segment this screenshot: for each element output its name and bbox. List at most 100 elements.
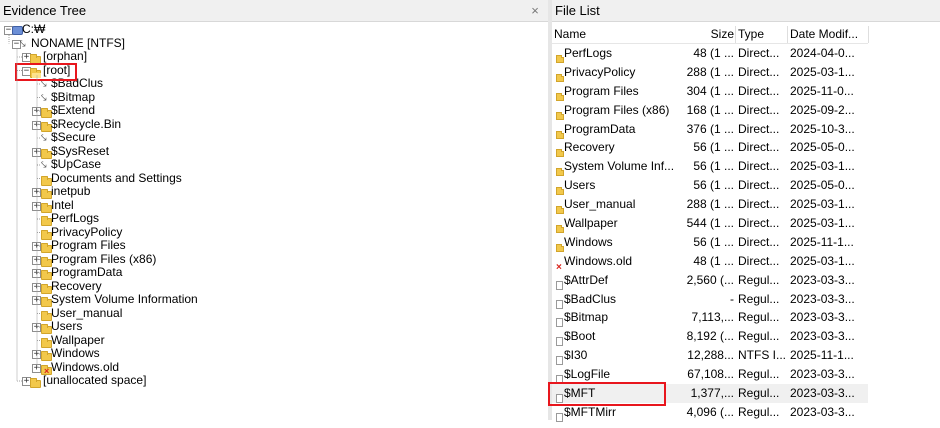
file-list-row[interactable]: Recovery 56 (1 ... Direct... 2025-05-0... bbox=[552, 138, 868, 158]
tree-node[interactable]: + Users bbox=[0, 319, 548, 334]
folder-icon bbox=[30, 378, 41, 392]
file-size: 56 (1 ... bbox=[693, 178, 734, 193]
file-type: Direct... bbox=[738, 197, 780, 212]
file-date-modified: 2024-04-0... bbox=[790, 46, 855, 60]
file-name: $LogFile bbox=[564, 367, 611, 382]
system-file-icon: ⤥ bbox=[41, 92, 47, 104]
file-list-row[interactable]: $MFT 1,377,... Regul... 2023-03-3... bbox=[552, 384, 868, 404]
tree-node[interactable]: + System Volume Information bbox=[0, 292, 548, 307]
expand-icon[interactable]: + bbox=[32, 147, 41, 157]
file-list-row[interactable]: $MFTMirr 4,096 (... Regul... 2023-03-3... bbox=[552, 403, 868, 422]
tree-node[interactable]: + [orphan] bbox=[0, 49, 548, 64]
expand-icon[interactable]: + bbox=[32, 296, 41, 305]
tree-node[interactable]: ⤥ $Bitmap bbox=[0, 89, 548, 105]
expand-icon[interactable]: + bbox=[32, 188, 41, 197]
file-list: PerfLogs 48 (1 ... Direct... 2024-04-0... Pr… bbox=[552, 44, 868, 422]
file-date-modified: 2023-03-3... bbox=[790, 404, 855, 419]
file-list-row[interactable]: ProgramData 376 (1 ... Direct... 2025-10-3.… bbox=[552, 120, 868, 139]
file-list-row[interactable]: $I30 12,288... NTFS I... 2025-11-1... bbox=[552, 346, 868, 366]
tree-node-label: Program Files bbox=[51, 238, 126, 252]
tree-node[interactable]: − [root] bbox=[0, 63, 548, 78]
file-list-row[interactable]: User_manual 288 (1 ... Direct... 2025-03-1.… bbox=[552, 195, 868, 215]
file-list-row[interactable]: $Bitmap 7,113,... Regul... 2023-03-3... bbox=[552, 308, 868, 328]
file-list-row[interactable]: Users 56 (1 ... Direct... 2025-05-0... bbox=[552, 176, 868, 196]
tree-node[interactable]: ⤥ $BadClus bbox=[0, 76, 548, 91]
column-type[interactable]: Type bbox=[738, 27, 786, 41]
tree-node[interactable]: Documents and Settings bbox=[0, 171, 548, 186]
tree-node-label: Windows.old bbox=[51, 359, 120, 374]
file-list-row[interactable]: PrivacyPolicy 288 (1 ... Direct... 2025-03-… bbox=[552, 63, 868, 82]
tree-node-label: Recovery bbox=[51, 278, 102, 293]
file-date-modified: 2025-03-1... bbox=[790, 159, 855, 174]
evidence-tree-header: Evidence Tree × bbox=[0, 0, 548, 22]
file-list-row[interactable]: Program Files (x86) 168 (1 ... Direct... 20… bbox=[552, 101, 868, 120]
file-list-row[interactable]: $AttrDef 2,560 (... Regul... 2023-03-3... bbox=[552, 271, 868, 290]
expand-icon[interactable]: + bbox=[32, 363, 41, 373]
tree-node[interactable]: + [unallocated space] bbox=[0, 373, 548, 388]
tree-node[interactable]: + inetpub bbox=[0, 184, 548, 199]
file-type: NTFS I... bbox=[738, 348, 786, 363]
tree-node[interactable]: − C:₩ bbox=[0, 22, 548, 37]
file-date-modified: 2023-03-3... bbox=[790, 310, 855, 325]
system-file-icon: ⤥ bbox=[41, 79, 47, 90]
file-date-modified: 2023-03-3... bbox=[790, 386, 855, 401]
column-size[interactable]: Size bbox=[684, 27, 734, 41]
expand-icon[interactable]: + bbox=[32, 242, 41, 251]
tree-node[interactable]: ⤥ $UpCase bbox=[0, 157, 548, 172]
tree-node[interactable]: Wallpaper bbox=[0, 333, 548, 348]
file-name: User_manual bbox=[564, 197, 636, 212]
file-size: 544 (1 ... bbox=[686, 216, 734, 231]
file-list-row[interactable]: Windows 56 (1 ... Direct... 2025-11-1... bbox=[552, 233, 868, 252]
expand-icon[interactable]: + bbox=[32, 120, 41, 130]
tree-node[interactable]: + $Extend bbox=[0, 103, 548, 118]
column-separator[interactable] bbox=[787, 26, 788, 43]
file-date-modified: 2023-03-3... bbox=[790, 367, 855, 382]
file-name: Windows.old bbox=[564, 253, 633, 268]
tree-node[interactable]: + × Windows.old bbox=[0, 359, 548, 376]
tree-node[interactable]: ⤥ $Secure bbox=[0, 130, 548, 145]
file-list-row[interactable]: × Windows.old 48 (1 ... Direct... 2025-03-1.… bbox=[552, 252, 868, 273]
file-name: $Boot bbox=[564, 329, 596, 344]
file-list-row[interactable]: $LogFile 67,108... Regul... 2023-03-3... bbox=[552, 365, 868, 385]
expand-icon[interactable]: + bbox=[32, 323, 41, 332]
tree-node[interactable]: + ProgramData bbox=[0, 265, 548, 280]
file-list-row[interactable]: System Volume Inf... 56 (1 ... Direct... 20… bbox=[552, 157, 868, 177]
file-date-modified: 2025-09-2... bbox=[790, 102, 855, 117]
tree-node-label: [orphan] bbox=[43, 49, 88, 63]
file-list-row[interactable]: $BadClus - Regul... 2023-03-3... bbox=[552, 290, 868, 309]
tree-node[interactable]: + $SysReset bbox=[0, 144, 548, 159]
expand-icon[interactable]: + bbox=[32, 255, 41, 265]
file-type: Regul... bbox=[738, 272, 780, 287]
expand-icon[interactable]: + bbox=[32, 350, 41, 359]
tree-node[interactable]: − ⤥ NONAME [NTFS] bbox=[0, 36, 548, 51]
expand-icon[interactable]: + bbox=[32, 201, 41, 211]
tree-node[interactable]: PerfLogs bbox=[0, 211, 548, 226]
tree-node[interactable]: + Windows bbox=[0, 346, 548, 361]
file-list-row[interactable]: PerfLogs 48 (1 ... Direct... 2024-04-0... bbox=[552, 44, 868, 63]
file-type: Direct... bbox=[738, 102, 780, 117]
tree-node-label: Intel bbox=[51, 197, 74, 212]
column-separator[interactable] bbox=[735, 26, 736, 43]
file-list-row[interactable]: Wallpaper 544 (1 ... Direct... 2025-03-1... bbox=[552, 214, 868, 234]
expand-icon[interactable]: + bbox=[32, 269, 41, 278]
file-size: 12,288... bbox=[687, 348, 734, 363]
column-separator[interactable] bbox=[868, 26, 869, 43]
file-list-row[interactable]: Program Files 304 (1 ... Direct... 2025-11-… bbox=[552, 82, 868, 101]
tree-node[interactable]: + Program Files (x86) bbox=[0, 252, 548, 267]
expand-icon[interactable]: + bbox=[32, 282, 41, 292]
tree-node[interactable]: + Recovery bbox=[0, 278, 548, 294]
file-list-row[interactable]: $Boot 8,192 (... Regul... 2023-03-3... bbox=[552, 327, 868, 347]
tree-node[interactable]: PrivacyPolicy bbox=[0, 225, 548, 240]
file-type: Direct... bbox=[738, 140, 780, 155]
tree-node[interactable]: + Intel bbox=[0, 197, 548, 213]
tree-node-label: inetpub bbox=[51, 184, 91, 198]
tree-node[interactable]: User_manual bbox=[0, 306, 548, 321]
tree-node-label: $Bitmap bbox=[51, 89, 96, 104]
file-list-column-header: Name Size Type Date Modif... bbox=[552, 24, 868, 44]
column-name[interactable]: Name bbox=[554, 27, 684, 41]
tree-node[interactable]: + $Recycle.Bin bbox=[0, 117, 548, 132]
close-icon[interactable]: × bbox=[526, 2, 544, 20]
expand-icon[interactable]: + bbox=[32, 107, 41, 116]
column-date-modified[interactable]: Date Modif... bbox=[790, 27, 868, 41]
tree-node[interactable]: + Program Files bbox=[0, 238, 548, 253]
